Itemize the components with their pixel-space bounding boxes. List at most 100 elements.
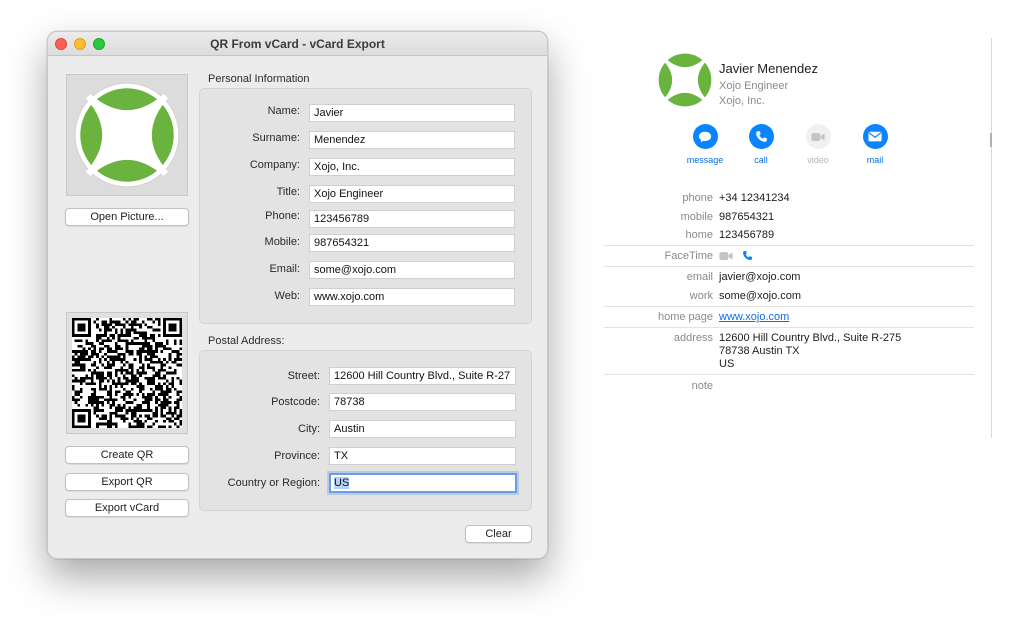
facetime-audio-icon[interactable] [742, 250, 753, 265]
title-label: Title: [276, 186, 300, 198]
card-window-edge [991, 38, 992, 438]
card-row-phone: phone +34 12341234 [604, 192, 976, 210]
country-label: Country or Region: [227, 477, 320, 489]
field-row-city: City: [200, 421, 320, 441]
field-row-company: Company: [200, 157, 300, 177]
street-label: Street: [287, 370, 320, 382]
card-divider [604, 266, 974, 267]
field-row-name: Name: [200, 103, 300, 123]
card-divider [604, 374, 974, 375]
window-title: QR From vCard - vCard Export [210, 37, 385, 51]
province-field[interactable]: TX [329, 447, 516, 465]
export-qr-button[interactable]: Export QR [65, 473, 189, 491]
clear-button[interactable]: Clear [465, 525, 532, 543]
message-action-label: message [686, 155, 724, 165]
qr-code-image [72, 318, 182, 428]
card-key-home-page: home page [657, 311, 713, 323]
phone-label: Phone: [265, 210, 300, 222]
contact-avatar [657, 52, 713, 108]
field-row-phone: Phone: [200, 208, 300, 228]
open-picture-button[interactable]: Open Picture... [65, 208, 189, 226]
company-label: Company: [249, 159, 300, 171]
video-action-label: video [807, 155, 829, 165]
card-key-email: email [686, 271, 713, 283]
mail-icon [862, 124, 888, 149]
province-label: Province: [274, 450, 320, 462]
city-label: City: [298, 423, 320, 435]
title-bar: QR From vCard - vCard Export [48, 32, 547, 56]
card-key-facetime: FaceTime [664, 250, 714, 262]
card-key-phone: phone [682, 192, 713, 204]
postcode-label: Postcode: [271, 396, 320, 408]
card-value-work-email[interactable]: some@xojo.com [719, 290, 801, 303]
email-label: Email: [269, 263, 300, 275]
field-row-email: Email: [200, 261, 300, 281]
contact-job-title: Xojo Engineer [719, 80, 789, 92]
create-qr-button[interactable]: Create QR [65, 446, 189, 464]
card-value-phone[interactable]: +34 12341234 [719, 192, 790, 205]
call-action-label: call [754, 155, 768, 165]
card-divider [604, 306, 974, 307]
card-value-email[interactable]: javier@xojo.com [719, 271, 800, 284]
company-field[interactable]: Xojo, Inc. [309, 158, 515, 176]
web-field[interactable]: www.xojo.com [309, 288, 515, 306]
card-key-home-phone: home [685, 229, 713, 241]
card-divider [604, 327, 974, 328]
postal-address-heading: Postal Address: [208, 335, 285, 347]
field-row-province: Province: [200, 448, 320, 468]
field-row-street: Street: [200, 368, 320, 388]
card-divider [604, 245, 974, 246]
personal-info-heading: Personal Information [208, 73, 310, 85]
name-field[interactable]: Javier [309, 104, 515, 122]
mail-action[interactable]: mail [850, 124, 900, 165]
video-action: video [793, 124, 843, 165]
card-key-address: address [673, 332, 713, 344]
name-label: Name: [267, 105, 300, 117]
mail-action-label: mail [866, 155, 884, 165]
card-row-address: address 12600 Hill Country Blvd., Suite … [604, 332, 976, 376]
qr-code-well [66, 312, 188, 434]
country-field[interactable]: US [329, 473, 517, 493]
facetime-video-icon[interactable] [719, 251, 733, 265]
mobile-field[interactable]: 987654321 [309, 234, 515, 252]
contact-company: Xojo, Inc. [719, 95, 765, 107]
email-field[interactable]: some@xojo.com [309, 261, 515, 279]
call-action[interactable]: call [736, 124, 786, 165]
web-label: Web: [274, 290, 300, 302]
main-window: QR From vCard - vCard Export Open Pictur… [47, 31, 548, 559]
field-row-mobile: Mobile: [200, 234, 300, 254]
card-key-work-email: work [689, 290, 713, 302]
surname-label: Surname: [252, 132, 300, 144]
card-key-mobile: mobile [680, 211, 713, 223]
field-row-web: Web: [200, 288, 300, 308]
card-value-home-phone[interactable]: 123456789 [719, 229, 774, 242]
video-icon [805, 124, 831, 149]
card-row-note: note [604, 380, 976, 398]
message-action[interactable]: message [680, 124, 730, 165]
phone-icon [748, 124, 774, 149]
card-key-note: note [691, 380, 713, 392]
card-value-home-page-link[interactable]: www.xojo.com [719, 311, 789, 324]
xojo-logo-image [74, 82, 180, 188]
card-row-mobile: mobile 987654321 [604, 211, 976, 229]
card-address-line-2[interactable]: 78738 Austin TX [719, 345, 800, 358]
personal-info-group: Name: Javier Surname: Menendez Company: … [199, 88, 532, 324]
contact-picture-well[interactable] [66, 74, 188, 196]
card-value-mobile[interactable]: 987654321 [719, 211, 774, 224]
card-address-line-3[interactable]: US [719, 358, 734, 371]
export-vcard-button[interactable]: Export vCard [65, 499, 189, 517]
title-field[interactable]: Xojo Engineer [309, 185, 515, 203]
postal-address-group: Street: 12600 Hill Country Blvd., Suite … [199, 350, 532, 511]
field-row-surname: Surname: [200, 130, 300, 150]
surname-field[interactable]: Menendez [309, 131, 515, 149]
street-field[interactable]: 12600 Hill Country Blvd., Suite R-27 [329, 367, 516, 385]
message-icon [692, 124, 718, 149]
country-field-selection: US [334, 477, 350, 489]
contact-name: Javier Menendez [719, 61, 818, 76]
postcode-field[interactable]: 78738 [329, 393, 516, 411]
card-resize-handle[interactable] [990, 133, 992, 147]
card-address-line-1[interactable]: 12600 Hill Country Blvd., Suite R-275 [719, 332, 901, 345]
city-field[interactable]: Austin [329, 420, 516, 438]
phone-field[interactable]: 123456789 [309, 210, 515, 228]
card-row-email: email javier@xojo.com [604, 271, 976, 289]
